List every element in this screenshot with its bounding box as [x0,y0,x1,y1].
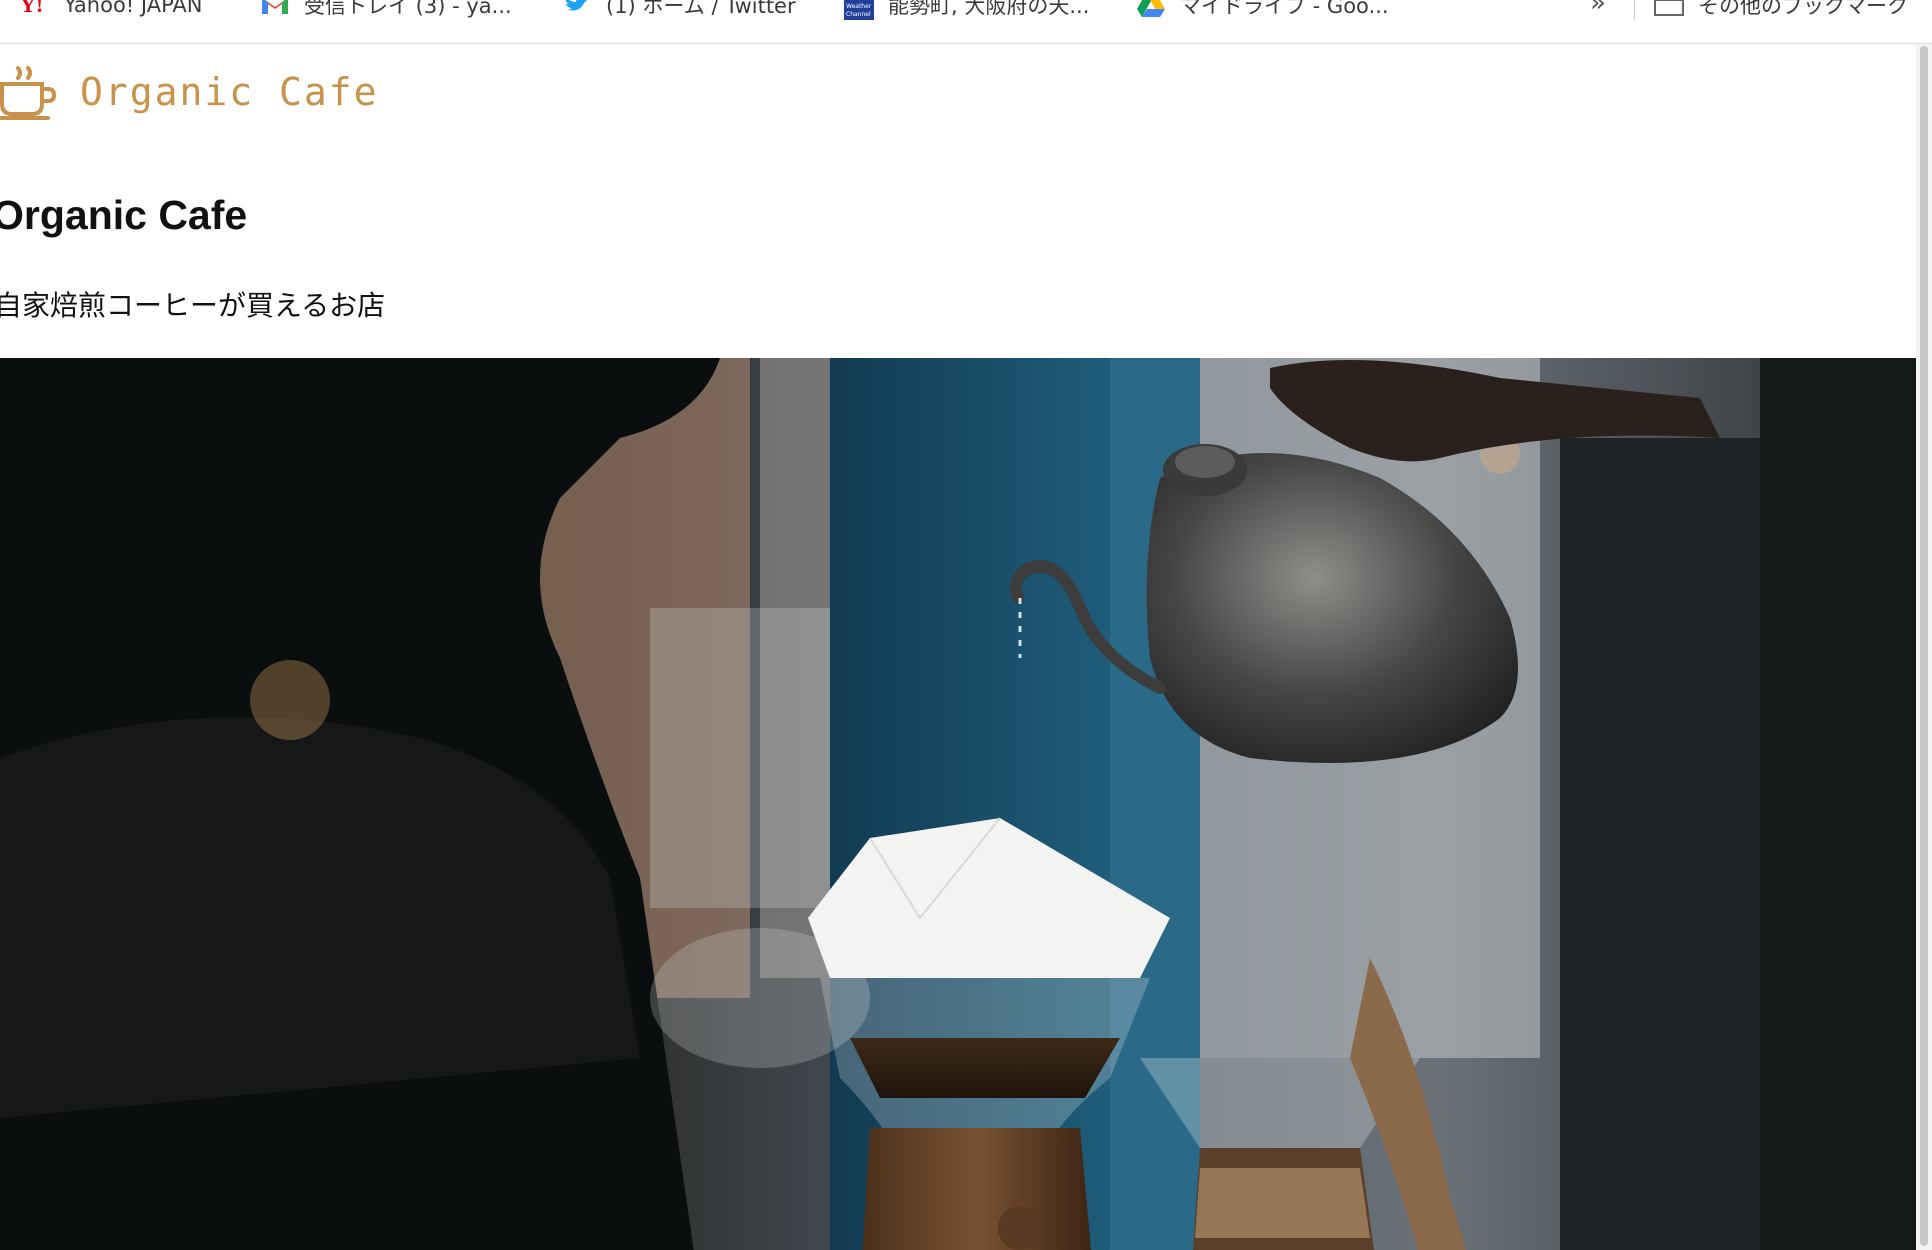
logo-text: Organic Cafe [80,70,379,114]
svg-text:Weather: Weather [846,3,872,10]
bookmark-twitter[interactable]: (1) ホーム / Twitter [562,0,796,20]
bookmark-label: (1) ホーム / Twitter [606,0,796,18]
bookmarks-bar: Y! Yahoo! JAPAN 受信トレイ (3) - ya... (1) ホー… [0,0,1932,44]
bookmark-google-drive[interactable]: マイドライブ - Goo... [1136,0,1389,20]
weather-channel-icon: The Weather Channel [844,0,874,20]
bookmark-gmail[interactable]: 受信トレイ (3) - ya... [260,0,512,20]
bookmark-label: 能勢町, 大阪府の天... [888,0,1090,18]
site-logo[interactable]: Organic Cafe [0,62,379,122]
bookmark-label: マイドライブ - Goo... [1180,0,1389,18]
page-content: Organic Cafe Organic Cafe 自家焙煎コーヒーが買えるお店 [0,44,1916,1250]
svg-text:The: The [846,0,858,2]
bookmarks-overflow-button[interactable]: » [1590,0,1606,18]
bookmark-label: 受信トレイ (3) - ya... [304,0,512,18]
twitter-icon [565,0,587,11]
coffee-cup-icon [0,66,57,120]
page-title: Organic Cafe [0,192,248,238]
gmail-icon [262,0,288,14]
yahoo-icon: Y! [20,0,43,16]
hero-photo [0,358,1916,1250]
scrollbar-thumb[interactable] [1920,46,1928,1246]
other-bookmarks[interactable]: その他のブックマーク [1654,0,1908,20]
bookmark-weather[interactable]: The Weather Channel 能勢町, 大阪府の天... [844,0,1089,20]
google-drive-icon [1137,0,1165,17]
tagline: 自家焙煎コーヒーが買えるお店 [0,289,386,322]
svg-text:Channel: Channel [846,11,871,18]
hero-image [0,358,1916,1250]
svg-text:Y!: Y! [20,0,43,16]
folder-icon [1654,0,1684,16]
bookmark-yahoo[interactable]: Y! Yahoo! JAPAN [20,0,203,20]
bookmark-label: その他のブックマーク [1698,0,1908,18]
bookmarks-divider [1634,0,1635,20]
bookmark-label: Yahoo! JAPAN [64,0,203,17]
